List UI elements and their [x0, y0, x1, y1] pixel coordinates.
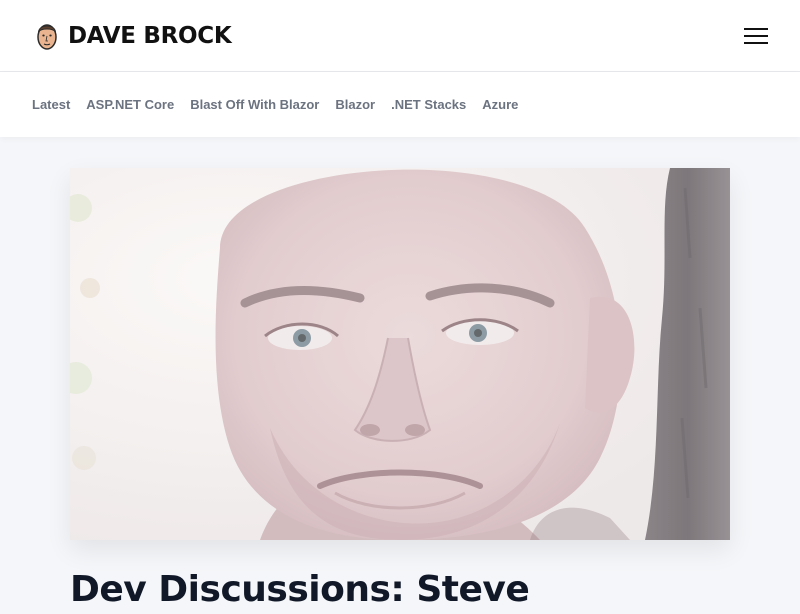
nav-item-aspnet-core[interactable]: ASP.NET Core [86, 97, 174, 112]
brand-home-link[interactable]: DAVE BROCK [36, 20, 232, 52]
site-header: DAVE BROCK [0, 0, 800, 72]
hero-image[interactable] [70, 168, 730, 540]
nav-item-blast-off-with-blazor[interactable]: Blast Off With Blazor [190, 97, 319, 112]
portrait-photo [70, 168, 730, 540]
nav-item-dotnet-stacks[interactable]: .NET Stacks [391, 97, 466, 112]
category-nav: Latest ASP.NET Core Blast Off With Blazo… [0, 72, 800, 137]
article-title[interactable]: Dev Discussions: Steve [70, 566, 530, 614]
nav-item-azure[interactable]: Azure [482, 97, 518, 112]
brand-name: DAVE BROCK [68, 23, 232, 49]
nav-item-blazor[interactable]: Blazor [335, 97, 375, 112]
nav-item-latest[interactable]: Latest [32, 97, 70, 112]
avatar-face-icon [37, 24, 57, 50]
hamburger-menu-icon[interactable] [744, 25, 768, 47]
